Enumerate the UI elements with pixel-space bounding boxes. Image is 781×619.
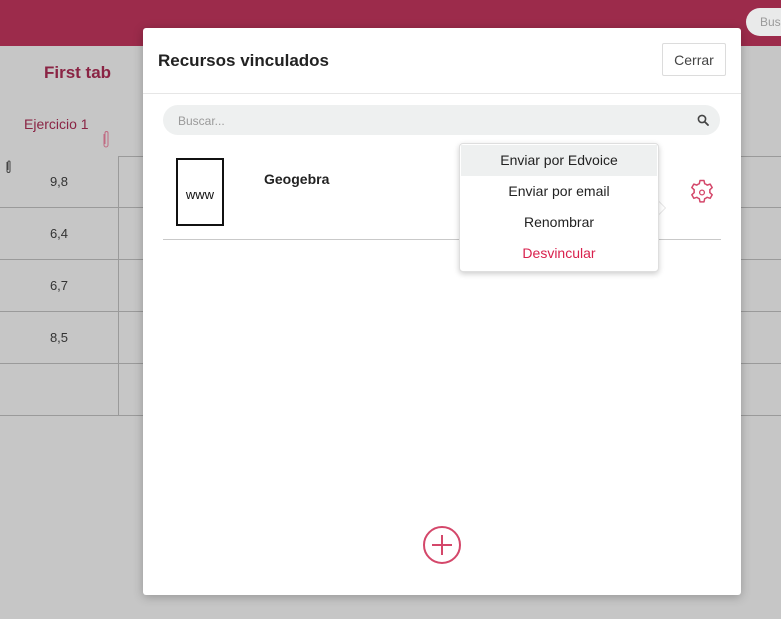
column-header-ejercicio-1[interactable]: Ejercicio 1 — [24, 116, 89, 132]
grade-cell[interactable]: 6,7 — [0, 278, 118, 293]
gear-icon[interactable] — [688, 178, 716, 206]
grade-cell[interactable]: 6,4 — [0, 226, 118, 241]
search-bar — [163, 105, 720, 137]
resource-name: Geogebra — [264, 171, 330, 187]
grade-cell[interactable]: 9,8 — [0, 174, 118, 189]
search-icon[interactable] — [697, 114, 709, 126]
paperclip-icon — [103, 131, 109, 148]
tab-first[interactable]: First tab — [44, 63, 111, 83]
grade-cell[interactable]: 8,5 — [0, 330, 118, 345]
www-icon-text: www — [185, 187, 215, 202]
modal-title: Recursos vinculados — [158, 51, 330, 70]
menu-item-rename[interactable]: Renombrar — [461, 207, 657, 238]
close-button[interactable]: Cerrar — [662, 43, 726, 76]
search-input[interactable] — [163, 105, 700, 137]
top-search-input[interactable]: Bus — [746, 8, 781, 36]
divider — [143, 93, 741, 94]
add-resource-button[interactable] — [422, 525, 462, 565]
menu-item-send-edvoice[interactable]: Enviar por Edvoice — [461, 145, 657, 176]
linked-resources-modal: Recursos vinculados Cerrar www Geogebra — [143, 28, 741, 595]
menu-item-unlink[interactable]: Desvincular — [461, 238, 657, 269]
resource-context-menu: Enviar por Edvoice Enviar por email Reno… — [459, 143, 659, 272]
www-document-icon: www — [176, 158, 224, 226]
menu-item-send-email[interactable]: Enviar por email — [461, 176, 657, 207]
